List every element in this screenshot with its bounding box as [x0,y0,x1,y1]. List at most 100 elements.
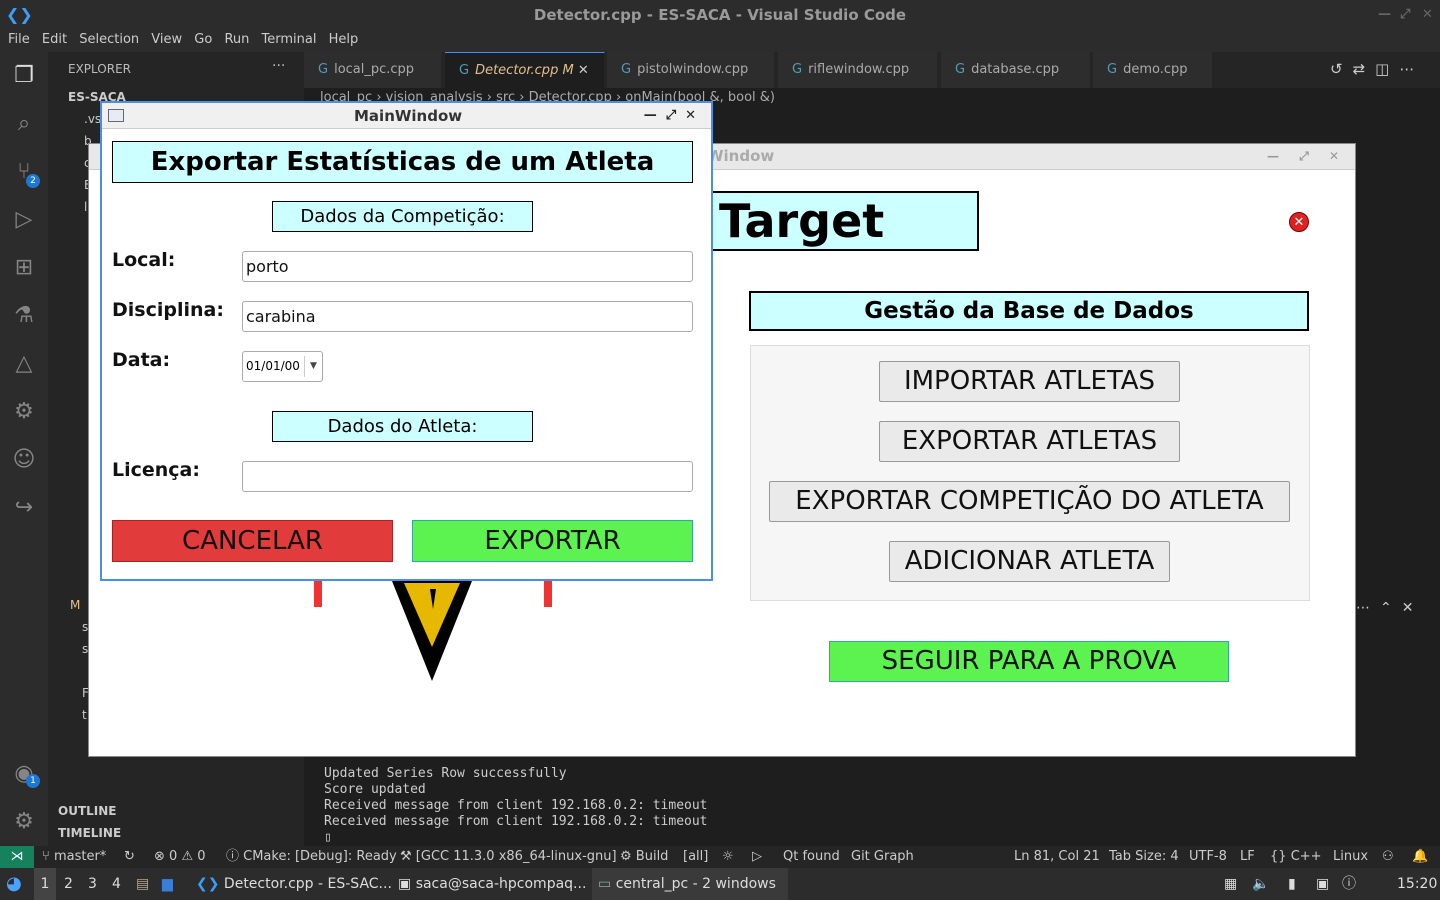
terminal-panel[interactable]: Updated Series Row successfully Score up… [304,758,1440,846]
updates-icon[interactable]: ⓘ [1342,868,1356,900]
timeline-icon[interactable]: ↺ [1330,60,1353,78]
license-input[interactable] [242,461,693,492]
timeline-section[interactable]: TIMELINE [58,826,121,840]
workspace-1[interactable]: 1 [34,868,56,900]
close-icon[interactable]: ✕ [1289,212,1309,232]
tree-item[interactable]: M [70,598,80,612]
tree-item[interactable]: .vs [84,112,101,126]
vscode-icon: ❮❯ [196,876,220,892]
extensions-icon[interactable]: ⊞ [10,254,38,282]
menu-go[interactable]: Go [194,30,212,50]
cmake-icon[interactable]: △ [10,350,38,378]
start-menu-icon[interactable]: ◕ [6,868,22,900]
more-icon[interactable]: ⋯ [1356,600,1380,616]
maximize-icon[interactable]: ⤢ [666,108,685,123]
import-athletes-button[interactable]: IMPORTAR ATLETAS [879,361,1180,402]
menu-selection[interactable]: Selection [79,30,139,50]
close-icon[interactable]: ✕ [1422,0,1433,30]
tab-local-pc[interactable]: Glocal_pc.cpp [304,52,442,88]
clipboard-icon[interactable]: ▦ [1224,868,1237,900]
cancel-button[interactable]: CANCELAR [112,520,393,562]
cursor-position[interactable]: Ln 81, Col 21 [1014,846,1100,868]
file-manager-icon[interactable]: ▤ [136,868,149,900]
kit-status[interactable]: ⚒ [GCC 11.3.0 x86_64-linux-gnu] [400,846,617,868]
run-icon[interactable]: ▷ [752,846,762,868]
tree-item[interactable]: t [82,708,87,722]
show-desktop-icon[interactable]: ▆ [162,868,173,900]
export-athlete-competition-button[interactable]: EXPORTAR COMPETIÇÃO DO ATLETA [769,481,1290,522]
git-graph-button[interactable]: Git Graph [851,846,914,868]
menu-edit[interactable]: Edit [42,30,67,50]
local-input[interactable]: porto [242,251,693,282]
menu-run[interactable]: Run [224,30,249,50]
discipline-input[interactable]: carabina [242,301,693,332]
proceed-to-event-button[interactable]: SEGUIR PARA A PROVA [829,641,1229,682]
menu-view[interactable]: View [151,30,182,50]
maximize-panel-icon[interactable]: ⌃ [1380,600,1402,616]
run-debug-icon[interactable]: ▷ [10,206,38,234]
close-icon[interactable]: ✕ [685,108,705,123]
remote-explorer-icon[interactable]: ⚙ [10,398,38,426]
app-window-controls[interactable]: — ⤢ ✕ [1267,144,1347,168]
tab-detector[interactable]: G Detector.cpp M ✕ [445,52,605,88]
testing-icon[interactable]: ⚗ [10,302,38,330]
cmake-status[interactable]: ⓘ CMake: [Debug]: Ready [226,846,397,868]
explorer-icon[interactable]: ❐ [10,62,38,90]
cmake-label: CMake: [Debug]: Ready [243,849,397,864]
alien-icon[interactable]: ☺ [10,446,38,474]
menu-file[interactable]: File [8,30,30,50]
maximize-icon[interactable]: ⤢ [1400,0,1410,30]
tab-size[interactable]: Tab Size: 4 [1109,846,1179,868]
workspace-2[interactable]: 2 [64,868,73,900]
taskbar-window-vscode[interactable]: ❮❯ Detector.cpp - ES-SAC... [196,868,392,900]
eol[interactable]: LF [1240,846,1255,868]
network-icon[interactable]: ▣ [1316,868,1329,900]
tab-database[interactable]: Gdatabase.cpp [941,52,1091,88]
build-target[interactable]: [all] [683,846,708,868]
tab-riflewindow[interactable]: Griflewindow.cpp [778,52,938,88]
debug-icon[interactable]: ☼ [722,846,734,868]
editor-actions: ↺⇄◫⋯ [1330,60,1424,78]
split-editor-icon[interactable]: ◫ [1375,60,1399,78]
terminal-line: Updated Series Row successfully [324,766,567,781]
outline-section[interactable]: OUTLINE [58,804,116,818]
tab-pistolwindow[interactable]: Gpistolwindow.cpp [607,52,775,88]
encoding[interactable]: UTF-8 [1189,846,1227,868]
qt-status[interactable]: Qt found [783,846,840,868]
branch-indicator[interactable]: ⑂ master* [42,846,106,868]
volume-icon[interactable]: 🔈 [1252,868,1269,900]
notifications-bell-icon[interactable]: 🔔 [1412,846,1428,868]
os-indicator[interactable]: Linux [1333,846,1368,868]
date-picker[interactable]: 01/01/00 ▼ [242,351,323,382]
manage-gear-icon[interactable]: ⚙ [10,808,38,836]
workspace-4[interactable]: 4 [112,868,121,900]
close-panel-icon[interactable]: ✕ [1402,600,1424,616]
more-icon[interactable]: ⋯ [1399,60,1424,78]
tree-item[interactable]: l [84,200,87,214]
live-share-icon[interactable]: ↪ [10,494,38,522]
language-mode[interactable]: {} C++ [1270,846,1322,868]
taskbar-window-terminal[interactable]: ▣ saca@saca-hpcompaq... [398,868,586,900]
tab-label: local_pc.cpp [334,62,415,77]
menu-terminal[interactable]: Terminal [262,30,317,50]
dropdown-arrow-icon[interactable]: ▼ [304,356,322,377]
menu-help[interactable]: Help [329,30,359,50]
add-athlete-button[interactable]: ADICIONAR ATLETA [889,541,1170,582]
search-icon[interactable]: ⌕ [10,110,38,138]
sync-icon[interactable]: ↻ [124,846,135,868]
taskbar-window-central[interactable]: ▭ central_pc - 2 windows [592,868,788,900]
compare-icon[interactable]: ⇄ [1353,60,1376,78]
feedback-icon[interactable]: ⚇ [1382,846,1394,868]
minimize-icon[interactable]: — [644,108,666,123]
close-tab-icon[interactable]: ✕ [578,63,589,78]
minimize-icon[interactable]: — [1378,0,1391,30]
folder-icon[interactable]: ▮ [1288,868,1296,900]
workspace-3[interactable]: 3 [88,868,97,900]
export-button[interactable]: EXPORTAR [412,520,693,562]
export-athletes-button[interactable]: EXPORTAR ATLETAS [879,421,1180,462]
more-actions-icon[interactable]: ··· [272,58,285,74]
remote-indicator-icon[interactable]: ⋊ [0,846,34,868]
tab-demo[interactable]: Gdemo.cpp [1093,52,1213,88]
problems-indicator[interactable]: ⊗ 0 ⚠ 0 [154,846,206,868]
build-button[interactable]: ⚙ Build [620,846,668,868]
